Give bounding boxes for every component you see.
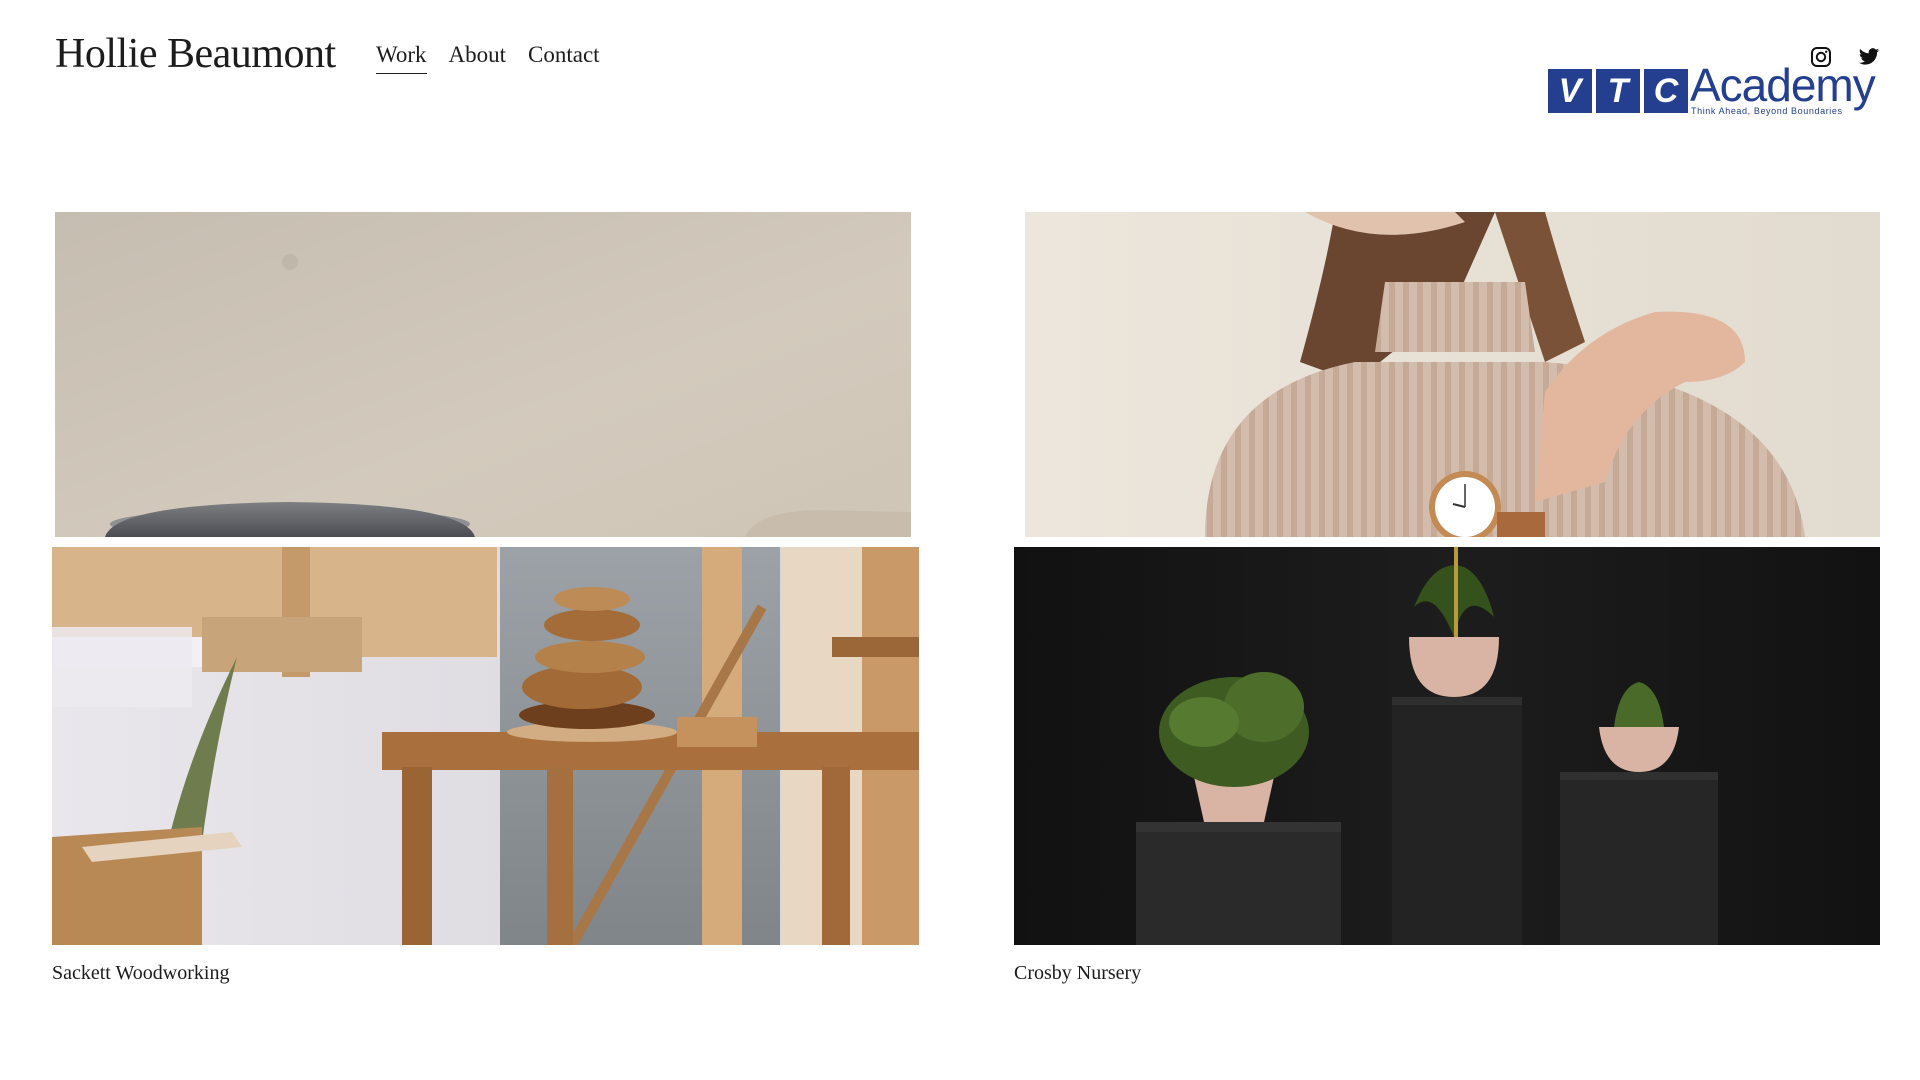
main-nav: Work About Contact	[376, 42, 600, 74]
project-caption-crosby[interactable]: Crosby Nursery	[1014, 962, 1141, 985]
nursery-photo	[1014, 547, 1880, 945]
vtc-letter-boxes: V T C	[1548, 69, 1688, 113]
nav-about[interactable]: About	[449, 42, 507, 74]
gallery-image-turtleneck[interactable]	[1025, 212, 1880, 537]
vtc-letter-c: C	[1644, 69, 1688, 113]
nav-contact[interactable]: Contact	[528, 42, 600, 74]
vtc-academy-watermark: V T C Academy Think Ahead, Beyond Bounda…	[1548, 60, 1888, 124]
project-image-sackett-woodworking[interactable]	[52, 547, 919, 945]
site-title[interactable]: Hollie Beaumont	[55, 30, 336, 78]
project-image-crosby-nursery[interactable]	[1014, 547, 1880, 945]
nav-work[interactable]: Work	[376, 42, 427, 74]
vtc-letter-t: T	[1596, 69, 1640, 113]
vtc-word: Academy	[1690, 59, 1876, 111]
woodworking-photo	[52, 547, 919, 945]
turtleneck-photo	[1025, 212, 1880, 537]
gallery-image-bowl[interactable]	[55, 212, 911, 537]
vtc-letter-v: V	[1548, 69, 1592, 113]
project-caption-sackett[interactable]: Sackett Woodworking	[52, 962, 229, 985]
vtc-tagline: Think Ahead, Beyond Boundaries	[1691, 106, 1843, 116]
bowl-photo	[55, 212, 911, 537]
